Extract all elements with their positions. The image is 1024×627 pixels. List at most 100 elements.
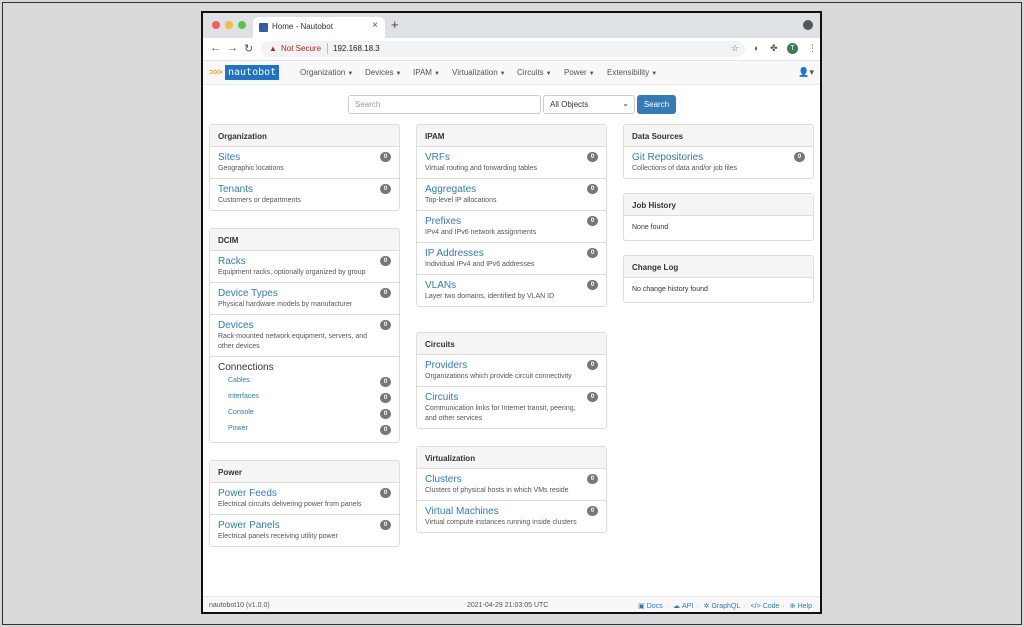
power-panels-link[interactable]: Power Panels bbox=[218, 519, 391, 532]
aggregates-link[interactable]: Aggregates bbox=[425, 183, 598, 196]
tab-close-icon[interactable]: × bbox=[372, 20, 378, 31]
count-badge: 0 bbox=[587, 360, 598, 370]
list-item-power-panels: Power Panels Electrical panels receiving… bbox=[210, 515, 399, 546]
racks-link[interactable]: Racks bbox=[218, 255, 391, 268]
providers-link[interactable]: Providers bbox=[425, 359, 598, 372]
browser-tab-active[interactable]: Home - Nautobot × bbox=[253, 17, 385, 38]
nav-menu-power[interactable]: Power ▼ bbox=[564, 68, 595, 77]
caret-down-icon: ▼ bbox=[395, 71, 402, 77]
nav-menu-label: IPAM bbox=[413, 68, 432, 77]
security-indicator[interactable]: Not Secure bbox=[281, 44, 321, 53]
job-history-empty-text: None found bbox=[632, 224, 669, 231]
git-repositories-link[interactable]: Git Repositories bbox=[632, 151, 805, 164]
item-description: Electrical panels receiving utility powe… bbox=[218, 533, 338, 540]
search-button[interactable]: Search bbox=[637, 95, 676, 114]
address-separator bbox=[327, 43, 328, 54]
graphql-icon: ✲ bbox=[703, 603, 710, 610]
item-description: Virtual compute instances running inside… bbox=[425, 519, 577, 526]
panel-data-sources: Data Sources Git Repositories Collection… bbox=[623, 124, 814, 179]
logo-chevrons: >>> bbox=[209, 67, 223, 77]
list-item-devices: Devices Rack-mounted network equipment, … bbox=[210, 315, 399, 357]
cables-link[interactable]: Cables bbox=[228, 377, 250, 384]
api-link[interactable]: API bbox=[682, 603, 693, 610]
chrome-account-icon[interactable] bbox=[803, 20, 813, 30]
puzzle-extensions-icon[interactable]: ✤ bbox=[770, 43, 778, 54]
list-item-power-connections: Power 0 bbox=[218, 422, 391, 438]
browser-window: Home - Nautobot × + ← → ↻ ▲ Not Secure 1… bbox=[201, 11, 822, 614]
help-lifebuoy-icon: ⊕ bbox=[789, 603, 796, 610]
item-description: Customers or departments bbox=[218, 197, 301, 204]
list-item-device-types: Device Types Physical hardware models by… bbox=[210, 283, 399, 315]
virtual-machines-link[interactable]: Virtual Machines bbox=[425, 505, 598, 518]
search-scope-select[interactable]: All Objects ⌄ bbox=[543, 95, 635, 114]
help-link[interactable]: Help bbox=[798, 603, 812, 610]
panel-dcim: DCIM Racks Equipment racks, optionally o… bbox=[209, 228, 400, 443]
list-item-prefixes: Prefixes IPv4 and IPv6 network assignmen… bbox=[417, 211, 606, 243]
kebab-menu-icon[interactable]: ⋮ bbox=[808, 43, 817, 54]
list-item-ip-addresses: IP Addresses Individual IPv4 and IPv6 ad… bbox=[417, 243, 606, 275]
nav-menu-extensibility[interactable]: Extensibility ▼ bbox=[607, 68, 657, 77]
nav-menu-label: Devices bbox=[365, 68, 394, 77]
minimize-window-button[interactable] bbox=[225, 21, 233, 29]
devices-link[interactable]: Devices bbox=[218, 319, 391, 332]
power-connections-link[interactable]: Power bbox=[228, 425, 248, 432]
nav-menu-devices[interactable]: Devices ▼ bbox=[365, 68, 401, 77]
item-description: Collections of data and/or job files bbox=[632, 165, 738, 172]
item-description: Individual IPv4 and IPv6 addresses bbox=[425, 261, 535, 268]
new-tab-button[interactable]: + bbox=[391, 17, 399, 32]
vlans-link[interactable]: VLANs bbox=[425, 279, 598, 292]
count-badge: 0 bbox=[587, 392, 598, 402]
count-badge: 0 bbox=[380, 184, 391, 194]
maximize-window-button[interactable] bbox=[238, 21, 246, 29]
vrfs-link[interactable]: VRFs bbox=[425, 151, 598, 164]
list-item-clusters: Clusters Clusters of physical hosts in w… bbox=[417, 469, 606, 501]
panel-circuits: Circuits Providers Organizations which p… bbox=[416, 332, 607, 429]
search-input[interactable]: Search bbox=[348, 95, 541, 114]
console-link[interactable]: Console bbox=[228, 409, 254, 416]
reload-icon[interactable]: ↻ bbox=[244, 42, 253, 55]
nav-menu-virtualization[interactable]: Virtualization ▼ bbox=[452, 68, 506, 77]
code-link[interactable]: Code bbox=[763, 603, 780, 610]
circuits-link[interactable]: Circuits bbox=[425, 391, 598, 404]
item-description: Clusters of physical hosts in which VMs … bbox=[425, 487, 569, 494]
power-feeds-link[interactable]: Power Feeds bbox=[218, 487, 391, 500]
back-arrow-icon[interactable]: ← bbox=[210, 42, 221, 54]
caret-down-icon: ▼ bbox=[545, 71, 552, 77]
book-icon: ▣ bbox=[638, 603, 645, 610]
docs-link[interactable]: Docs bbox=[647, 603, 663, 610]
count-badge: 0 bbox=[587, 216, 598, 226]
list-item-connections: Connections Cables 0 Interfaces 0 Consol… bbox=[210, 357, 399, 442]
sites-link[interactable]: Sites bbox=[218, 151, 391, 164]
caret-down-icon: ▼ bbox=[651, 71, 658, 77]
item-description: Communication links for Internet transit… bbox=[425, 405, 576, 422]
forward-arrow-icon[interactable]: → bbox=[227, 42, 238, 54]
clusters-link[interactable]: Clusters bbox=[425, 473, 598, 486]
footer-links: ▣ Docs · ☁ API · ✲ GraphQL · </> Code · ⊕ Help bbox=[638, 602, 812, 610]
profile-avatar[interactable]: T bbox=[787, 43, 798, 54]
list-item-console: Console 0 bbox=[218, 406, 391, 422]
caret-down-icon: ▼ bbox=[433, 71, 440, 77]
cloud-icon: ☁ bbox=[673, 603, 680, 610]
panel-change-log: Change Log No change history found bbox=[623, 255, 814, 303]
device-types-link[interactable]: Device Types bbox=[218, 287, 391, 300]
interfaces-link[interactable]: Interfaces bbox=[228, 393, 259, 400]
caret-down-icon: ▼ bbox=[499, 71, 506, 77]
address-bar[interactable]: ▲ Not Secure 192.168.18.3 ☆ bbox=[261, 41, 745, 57]
bookmark-star-icon[interactable]: ☆ bbox=[731, 43, 739, 54]
tenants-link[interactable]: Tenants bbox=[218, 183, 391, 196]
ip-addresses-link[interactable]: IP Addresses bbox=[425, 247, 598, 260]
item-description: Top-level IP allocations bbox=[425, 197, 497, 204]
browser-tabstrip: Home - Nautobot × + bbox=[203, 13, 820, 38]
prefixes-link[interactable]: Prefixes bbox=[425, 215, 598, 228]
user-menu-icon[interactable]: 👤▾ bbox=[798, 67, 814, 78]
list-item-circuits: Circuits Communication links for Interne… bbox=[417, 387, 606, 428]
nav-menu-circuits[interactable]: Circuits ▼ bbox=[517, 68, 552, 77]
url-text[interactable]: 192.168.18.3 bbox=[333, 44, 380, 53]
nav-menu-ipam[interactable]: IPAM ▼ bbox=[413, 68, 440, 77]
list-item-git-repositories: Git Repositories Collections of data and… bbox=[624, 147, 813, 178]
close-window-button[interactable] bbox=[212, 21, 220, 29]
extension-icon[interactable]: ◐ bbox=[754, 43, 759, 53]
nav-menu-organization[interactable]: Organization ▼ bbox=[300, 68, 353, 77]
graphql-link[interactable]: GraphQL bbox=[711, 603, 740, 610]
count-badge: 0 bbox=[380, 288, 391, 298]
